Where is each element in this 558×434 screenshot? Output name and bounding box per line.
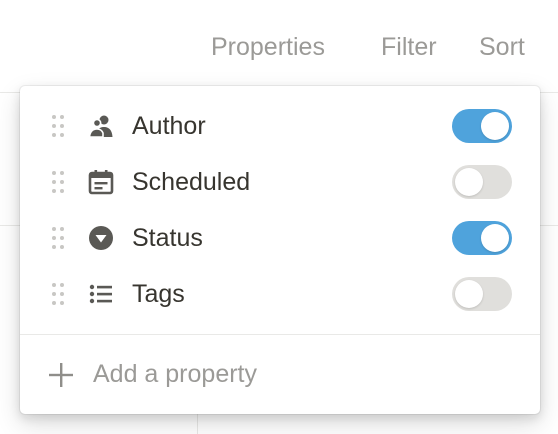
add-property-button[interactable]: Add a property [20,335,540,414]
multi-select-icon [87,280,115,308]
person-icon [87,112,115,140]
add-property-label: Add a property [93,360,257,388]
visibility-toggle-off[interactable] [452,277,512,311]
drag-handle-icon[interactable] [50,169,66,195]
property-label: Scheduled [132,168,251,196]
view-toolbar: Properties Filter Sort [0,0,558,93]
filter-button[interactable]: Filter [381,30,437,64]
calendar-icon [87,168,115,196]
properties-menu: Author Scheduled Status Tags Add a prope… [20,86,540,414]
visibility-toggle-on[interactable] [452,221,512,255]
select-icon [87,224,115,252]
toggle-knob [455,168,483,196]
visibility-toggle-off[interactable] [452,165,512,199]
toggle-knob [481,224,509,252]
property-row-scheduled[interactable]: Scheduled [20,154,540,210]
property-row-author[interactable]: Author [20,98,540,154]
property-label: Tags [132,280,185,308]
toggle-knob [481,112,509,140]
drag-handle-icon[interactable] [50,281,66,307]
sort-button[interactable]: Sort [479,30,525,64]
property-label: Author [132,112,206,140]
properties-button[interactable]: Properties [211,30,325,64]
plus-icon [48,362,74,388]
visibility-toggle-on[interactable] [452,109,512,143]
drag-handle-icon[interactable] [50,225,66,251]
property-row-tags[interactable]: Tags [20,266,540,322]
toggle-knob [455,280,483,308]
property-row-status[interactable]: Status [20,210,540,266]
drag-handle-icon[interactable] [50,113,66,139]
property-label: Status [132,224,203,252]
